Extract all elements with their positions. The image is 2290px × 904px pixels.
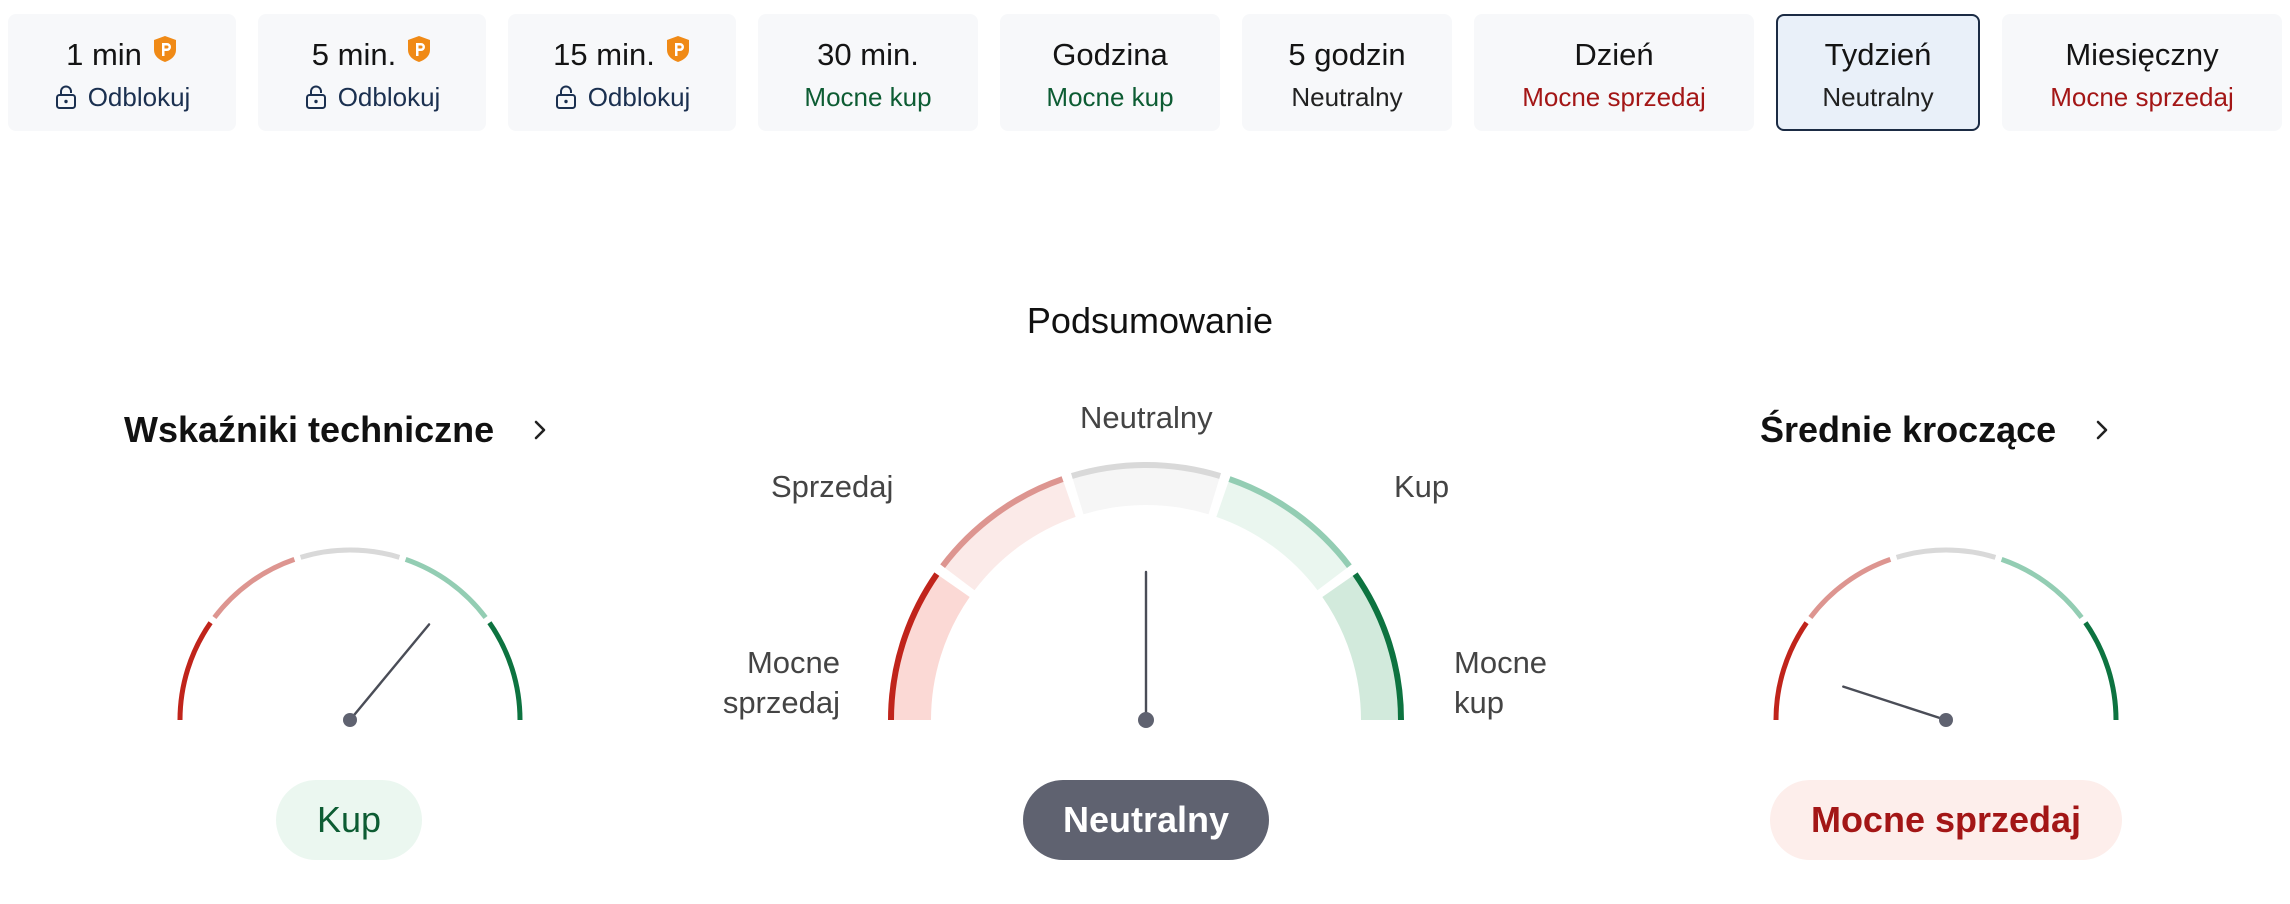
gauge-segment-sell xyxy=(1808,556,1892,619)
gauge-segment-strong-sell xyxy=(1773,621,1809,721)
gauge-segment-buy xyxy=(2000,556,2084,619)
gauge-segment-neutral xyxy=(1895,547,1997,560)
gauge-needle xyxy=(1842,685,1948,722)
gauge-segment-strong-buy xyxy=(2083,621,2119,721)
moving-averages-verdict: Mocne sprzedaj xyxy=(1810,799,2082,840)
gauge-needle-pivot xyxy=(1939,713,1953,727)
moving-averages-gauge xyxy=(1773,547,2119,727)
moving-averages-verdict-badge: Mocne sprzedaj xyxy=(1770,780,2122,860)
